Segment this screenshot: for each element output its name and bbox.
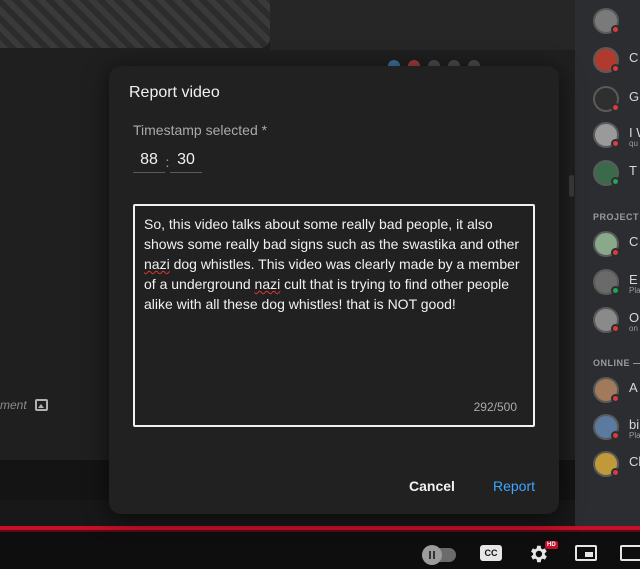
member-item[interactable]: I Wqu [593,122,640,150]
dialog-title: Report video [129,84,220,101]
member-item[interactable]: C [593,231,640,259]
timestamp-seconds-input[interactable]: 30 [170,150,202,173]
member-item[interactable]: bi Pla [593,414,640,442]
timestamp-inputs: 88 : 30 [133,150,202,173]
member-name: I W [629,125,640,140]
report-description-text: So, this video talks about some really b… [144,214,524,314]
status-dot [611,248,620,257]
status-dot [611,177,620,186]
autoplay-toggle[interactable] [422,545,456,565]
screen: ment CGI WquTCEPlaOonAbiPlaCl PROJECT ON… [0,0,640,569]
timestamp-minutes-input[interactable]: 88 [133,150,165,173]
member-item[interactable]: C [593,47,640,75]
member-name: C [629,50,639,65]
member-name: bi [629,417,640,432]
member-item[interactable]: A [593,377,640,405]
report-description-textarea[interactable]: So, this video talks about some really b… [133,204,535,427]
member-item[interactable]: Oon [593,307,640,335]
member-item[interactable]: Cl [593,451,640,479]
subtitles-button[interactable]: CC [480,545,502,561]
member-name: E [629,272,638,287]
status-dot [611,25,620,34]
member-name: O [629,310,640,325]
section-label-online: ONLINE — [593,358,640,368]
member-item[interactable] [593,8,640,36]
misspelled-word: nazi [254,276,281,292]
member-name: G [629,89,640,104]
status-dot [611,394,620,403]
player-top-region [270,0,575,50]
member-activity: Pla [629,431,640,440]
scrollbar-thumb[interactable] [569,175,574,197]
video-thumbnail [0,0,270,48]
cancel-button[interactable]: Cancel [409,478,455,494]
status-dot [611,286,620,295]
section-label-project: PROJECT [593,212,640,222]
member-item[interactable]: E Pla [593,269,640,297]
status-dot [611,103,620,112]
member-name: A [629,380,638,395]
member-name: T [629,163,637,178]
status-dot [611,139,620,148]
status-dot [611,468,620,477]
member-name: C [629,234,639,249]
member-item[interactable]: T [593,160,640,188]
member-name: Cl [629,454,640,469]
status-dot [611,64,620,73]
pause-icon [422,545,442,565]
member-activity: on [629,324,638,333]
timestamp-label: Timestamp selected * [133,122,268,138]
comment-hint-text: ment [0,398,27,412]
image-icon[interactable] [34,399,48,411]
member-activity: Pla [629,286,640,295]
comment-hint: ment [0,398,48,412]
member-item[interactable]: G [593,86,640,114]
miniplayer-icon[interactable] [575,545,597,561]
hd-badge: HD [545,541,558,549]
status-dot [611,324,620,333]
misspelled-word: nazi [144,256,170,272]
report-button[interactable]: Report [493,478,535,494]
report-video-dialog: Report video Timestamp selected * 88 : 3… [109,66,559,514]
character-counter: 292/500 [473,400,517,414]
member-sidebar [569,0,640,526]
member-activity: qu [629,139,638,148]
description-part: So, this video talks about some really b… [144,216,523,252]
status-dot [611,431,620,440]
theater-mode-icon[interactable] [620,545,640,561]
